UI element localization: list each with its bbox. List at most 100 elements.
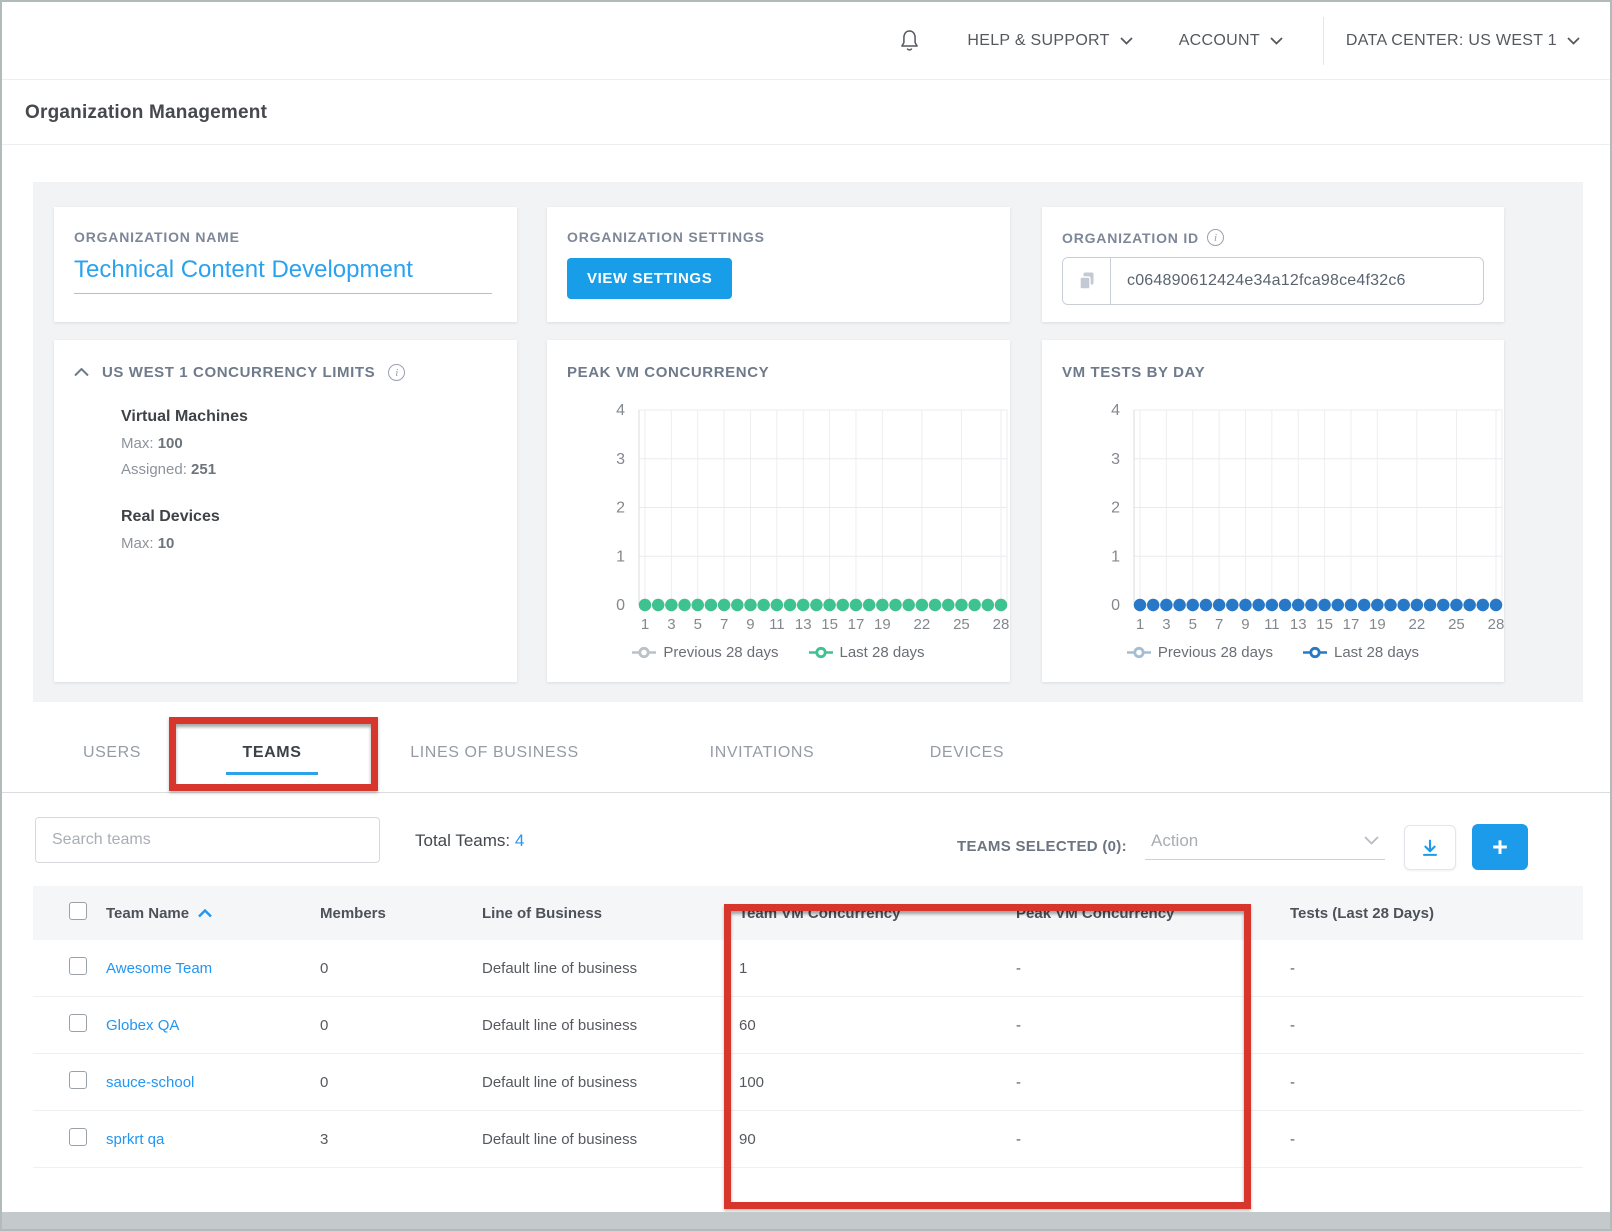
svg-text:13: 13: [795, 616, 812, 633]
cell-members: 0: [320, 1074, 482, 1091]
chart-plot-area: 01234135791113151719222528: [1062, 395, 1504, 640]
help-support-label: HELP & SUPPORT: [967, 32, 1109, 50]
tab-teams[interactable]: TEAMS: [192, 714, 352, 792]
tab-label: TEAMS: [243, 744, 302, 762]
organization-settings-label: ORGANIZATION SETTINGS: [567, 229, 990, 245]
column-header-team-vm-concurrency: Team VM Concurrency: [739, 905, 1016, 922]
table-row: sprkrt qa3Default line of business90--: [33, 1111, 1583, 1168]
svg-text:5: 5: [694, 616, 702, 633]
real-devices-heading: Real Devices: [121, 508, 497, 526]
svg-text:17: 17: [848, 616, 865, 633]
bell-icon: [898, 28, 921, 53]
row-checkbox[interactable]: [69, 1014, 87, 1032]
column-header-members: Members: [320, 905, 482, 922]
cell-team-vm-concurrency: 1: [739, 960, 1016, 977]
team-name-link[interactable]: Awesome Team: [106, 960, 212, 977]
total-teams: Total Teams: 4: [415, 831, 524, 851]
legend-item[interactable]: Previous 28 days: [632, 644, 778, 661]
chevron-up-icon[interactable]: [74, 368, 89, 377]
team-name-link[interactable]: sauce-school: [106, 1074, 194, 1091]
legend-label: Last 28 days: [1334, 644, 1419, 661]
svg-text:3: 3: [616, 451, 625, 468]
tab-label: USERS: [83, 744, 141, 762]
help-support-menu[interactable]: HELP & SUPPORT: [967, 32, 1132, 50]
legend-item[interactable]: Previous 28 days: [1127, 644, 1273, 661]
row-checkbox[interactable]: [69, 957, 87, 975]
column-header-peak-vm-concurrency: Peak VM Concurrency: [1016, 905, 1290, 922]
concurrency-limits-card: US WEST 1 CONCURRENCY LIMITS i Virtual M…: [54, 340, 517, 682]
cell-tests-last-28-days: -: [1290, 1074, 1583, 1091]
row-checkbox[interactable]: [69, 1071, 87, 1089]
tab-users[interactable]: USERS: [32, 714, 192, 792]
organization-name-card: ORGANIZATION NAME Technical Content Deve…: [54, 207, 517, 322]
legend-item[interactable]: Last 28 days: [809, 644, 925, 661]
table-body: Awesome Team0Default line of business1--…: [33, 940, 1583, 1168]
teams-table: Team Name Members Line of Business Team …: [33, 886, 1583, 1168]
peak-vm-concurrency-chart-card: PEAK VM CONCURRENCY 01234135791113151719…: [547, 340, 1010, 682]
svg-text:1: 1: [1136, 616, 1144, 633]
select-all-checkbox[interactable]: [69, 902, 87, 920]
cell-peak-vm-concurrency: -: [1016, 960, 1290, 977]
add-team-button[interactable]: +: [1472, 824, 1528, 870]
download-button[interactable]: [1404, 825, 1456, 870]
copy-button[interactable]: [1063, 258, 1111, 304]
svg-text:9: 9: [1241, 616, 1249, 633]
tab-label: DEVICES: [930, 744, 1004, 762]
cell-line-of-business: Default line of business: [482, 1131, 739, 1148]
legend-item[interactable]: Last 28 days: [1303, 644, 1419, 661]
column-header-team-name[interactable]: Team Name: [106, 905, 320, 922]
rd-max-line: Max: 10: [121, 535, 497, 552]
cell-line-of-business: Default line of business: [482, 1017, 739, 1034]
tab-devices[interactable]: DEVICES: [887, 714, 1047, 792]
cell-team-vm-concurrency: 100: [739, 1074, 1016, 1091]
organization-name-field[interactable]: Technical Content Development: [74, 256, 492, 294]
vm-max-line: Max: 100: [121, 435, 497, 452]
view-settings-button[interactable]: VIEW SETTINGS: [567, 258, 732, 299]
organization-name-label: ORGANIZATION NAME: [74, 229, 497, 245]
topbar: HELP & SUPPORT ACCOUNT DATA CENTER: US W…: [2, 2, 1610, 80]
search-input[interactable]: [35, 817, 380, 863]
svg-text:19: 19: [874, 616, 891, 633]
bottom-strip: [2, 1212, 1610, 1229]
svg-text:5: 5: [1189, 616, 1197, 633]
account-menu[interactable]: ACCOUNT: [1179, 32, 1283, 50]
cell-peak-vm-concurrency: -: [1016, 1074, 1290, 1091]
cell-line-of-business: Default line of business: [482, 960, 739, 977]
chart-plot-area: 01234135791113151719222528: [567, 395, 1010, 640]
cell-peak-vm-concurrency: -: [1016, 1131, 1290, 1148]
team-name-link[interactable]: sprkrt qa: [106, 1131, 164, 1148]
notification-bell-button[interactable]: [898, 28, 921, 53]
tab-label: INVITATIONS: [710, 744, 815, 762]
svg-text:9: 9: [746, 616, 754, 633]
tab-lines-of-business[interactable]: LINES OF BUSINESS: [352, 714, 637, 792]
svg-text:13: 13: [1290, 616, 1307, 633]
organization-id-group: c064890612424e34a12fca98ce4f32c6: [1062, 257, 1484, 305]
team-name-link[interactable]: Globex QA: [106, 1017, 179, 1034]
cell-tests-last-28-days: -: [1290, 1131, 1583, 1148]
virtual-machines-heading: Virtual Machines: [121, 408, 497, 426]
svg-text:3: 3: [667, 616, 675, 633]
tab-invitations[interactable]: INVITATIONS: [637, 714, 887, 792]
column-header-tests-last-28-days: Tests (Last 28 Days): [1290, 905, 1583, 922]
overview-panel: ORGANIZATION NAME Technical Content Deve…: [33, 182, 1583, 702]
action-dropdown[interactable]: Action: [1145, 822, 1385, 860]
cell-team-vm-concurrency: 90: [739, 1131, 1016, 1148]
svg-text:0: 0: [1111, 597, 1120, 614]
tab-bar: USERS TEAMS LINES OF BUSINESS INVITATIONS DE…: [2, 714, 1610, 793]
column-header-line-of-business: Line of Business: [482, 905, 739, 922]
legend-label: Previous 28 days: [1158, 644, 1273, 661]
cell-peak-vm-concurrency: -: [1016, 1017, 1290, 1034]
svg-text:3: 3: [1162, 616, 1170, 633]
legend-label: Previous 28 days: [663, 644, 778, 661]
table-row: sauce-school 0Default line of business100…: [33, 1054, 1583, 1111]
svg-text:15: 15: [821, 616, 838, 633]
row-checkbox[interactable]: [69, 1128, 87, 1146]
cell-tests-last-28-days: -: [1290, 960, 1583, 977]
total-teams-count: 4: [515, 831, 524, 850]
cell-team-vm-concurrency: 60: [739, 1017, 1016, 1034]
vm-tests-by-day-chart-card: VM TESTS BY DAY 012341357911131517192225…: [1042, 340, 1504, 682]
table-row: Awesome Team0Default line of business1--: [33, 940, 1583, 997]
data-center-menu[interactable]: DATA CENTER: US WEST 1: [1346, 32, 1580, 50]
cell-line-of-business: Default line of business: [482, 1074, 739, 1091]
svg-text:25: 25: [1448, 616, 1465, 633]
